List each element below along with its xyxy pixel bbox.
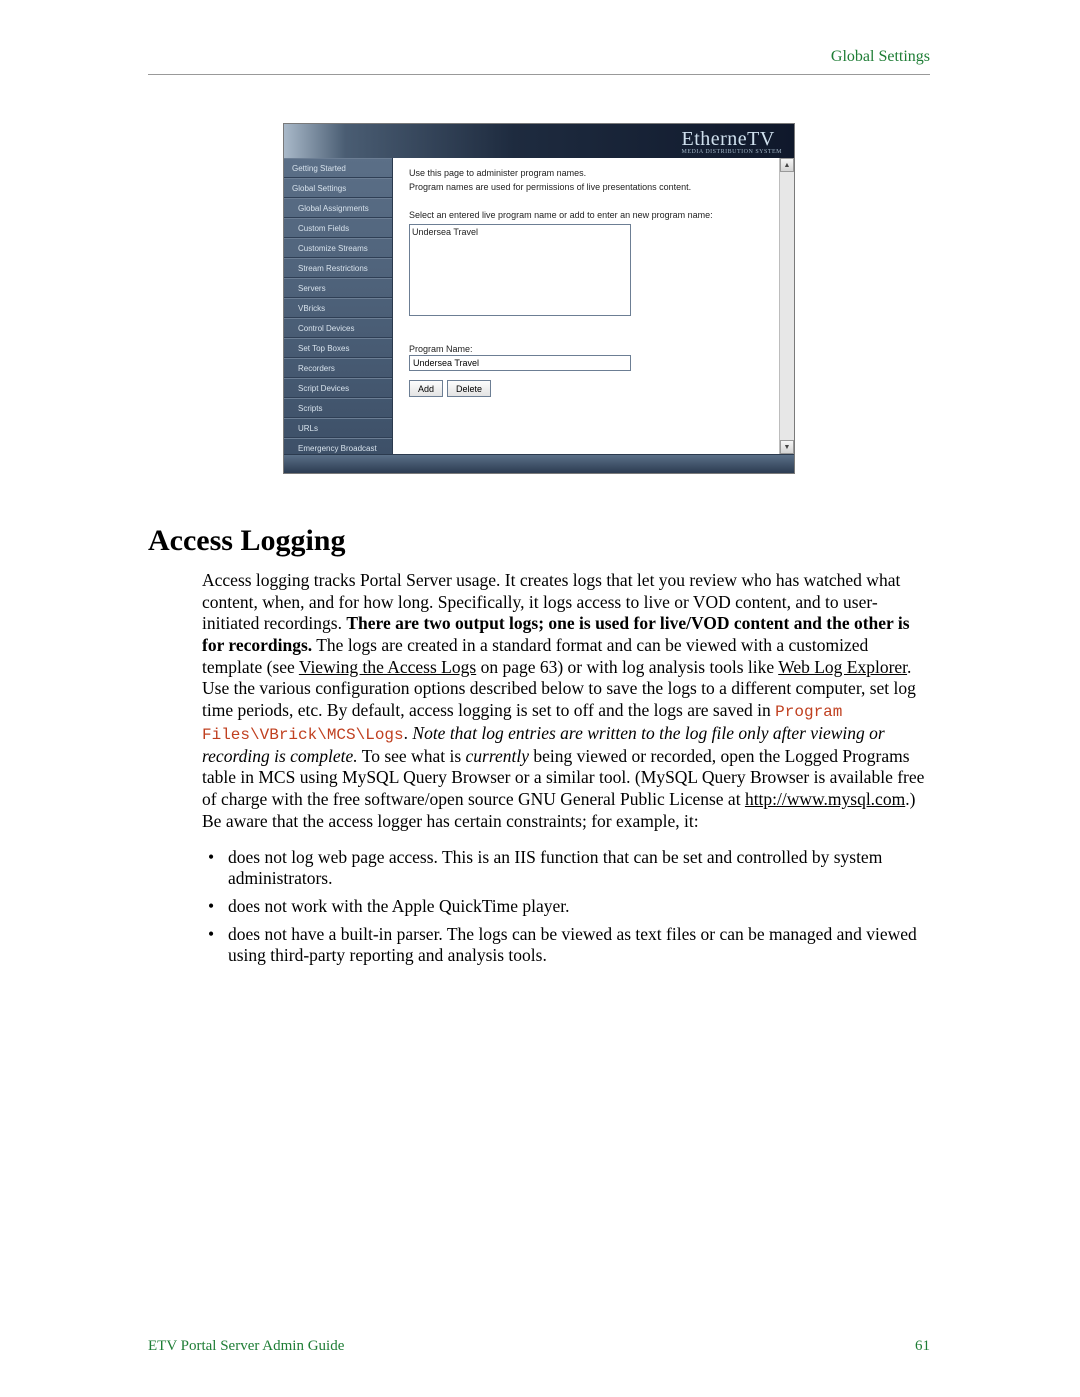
app-footer [284,454,794,473]
sidebar-item-stream-restrictions[interactable]: Stream Restrictions [284,258,392,278]
sidebar-item-global-assignments[interactable]: Global Assignments [284,198,392,218]
app-body: Getting Started Global Settings Global A… [284,158,794,454]
section-title: Access Logging [148,524,930,558]
breadcrumb: Global Settings [148,48,930,66]
sidebar-item-global-settings[interactable]: Global Settings [284,178,392,198]
select-label: Select an entered live program name or a… [409,210,782,220]
sidebar: Getting Started Global Settings Global A… [284,158,393,454]
logo-text: EtherneTV [681,128,774,150]
main-panel: Use this page to administer program name… [393,158,794,454]
logo-subtext: MEDIA DISTRIBUTION SYSTEM [681,149,782,155]
sidebar-item-getting-started[interactable]: Getting Started [284,158,392,178]
screenshot-container: EtherneTV MEDIA DISTRIBUTION SYSTEM Gett… [283,123,795,474]
sidebar-item-emergency-broadcast[interactable]: Emergency Broadcast [284,438,392,454]
program-name-input[interactable] [409,355,631,371]
list-item: does not log web page access. This is an… [202,847,930,890]
page-footer: ETV Portal Server Admin Guide 61 [148,1338,930,1355]
list-item: does not have a built-in parser. The log… [202,924,930,967]
sidebar-item-scripts[interactable]: Scripts [284,398,392,418]
program-listbox[interactable]: Undersea Travel [409,224,631,316]
link-web-log-explorer[interactable]: Web Log Explorer [778,657,907,677]
app-header: EtherneTV MEDIA DISTRIBUTION SYSTEM [284,124,794,158]
section-body: Access logging tracks Portal Server usag… [202,570,930,967]
sidebar-item-customize-streams[interactable]: Customize Streams [284,238,392,258]
footer-page-number: 61 [915,1338,930,1355]
scroll-up-icon[interactable]: ▲ [780,158,794,172]
intro-line-2: Program names are used for permissions o… [409,182,782,192]
scroll-down-icon[interactable]: ▼ [780,440,794,454]
add-button[interactable]: Add [409,380,443,397]
paragraph-1: Access logging tracks Portal Server usag… [202,570,930,833]
footer-left: ETV Portal Server Admin Guide [148,1338,344,1355]
delete-button[interactable]: Delete [447,380,491,397]
link-mysql[interactable]: http://www.mysql.com [745,789,905,809]
sidebar-item-recorders[interactable]: Recorders [284,358,392,378]
sidebar-item-set-top-boxes[interactable]: Set Top Boxes [284,338,392,358]
sidebar-item-control-devices[interactable]: Control Devices [284,318,392,338]
sidebar-item-script-devices[interactable]: Script Devices [284,378,392,398]
list-item: does not work with the Apple QuickTime p… [202,896,930,918]
sidebar-item-vbricks[interactable]: VBricks [284,298,392,318]
list-item[interactable]: Undersea Travel [412,227,628,237]
scrollbar[interactable]: ▲ ▼ [779,158,794,454]
intro-line-1: Use this page to administer program name… [409,168,782,178]
sidebar-item-custom-fields[interactable]: Custom Fields [284,218,392,238]
sidebar-item-servers[interactable]: Servers [284,278,392,298]
program-name-label: Program Name: [409,344,782,354]
link-viewing-access-logs[interactable]: Viewing the Access Logs [299,657,476,677]
constraint-list: does not log web page access. This is an… [202,847,930,967]
top-rule [148,74,930,75]
app-logo: EtherneTV MEDIA DISTRIBUTION SYSTEM [681,128,782,155]
sidebar-item-urls[interactable]: URLs [284,418,392,438]
